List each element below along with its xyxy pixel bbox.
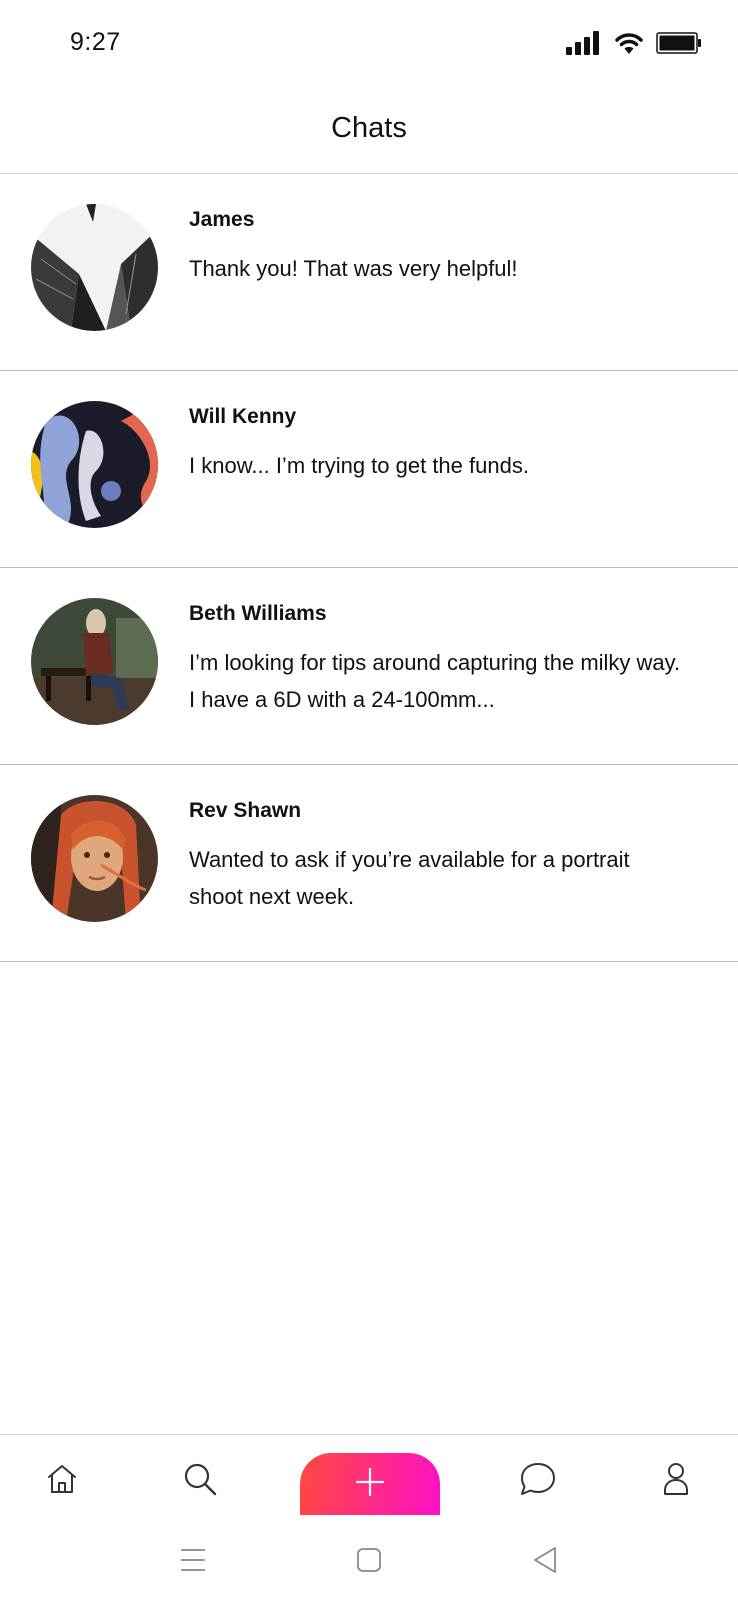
chat-item-beth-williams[interactable]: Beth Williams I’m looking for tips aroun… [0, 568, 738, 765]
avatar [31, 795, 158, 922]
battery-icon [656, 31, 702, 60]
system-nav [0, 1520, 738, 1600]
chat-name: Rev Shawn [189, 799, 302, 822]
chat-item-will-kenny[interactable]: Will Kenny I know... I’m trying to get t… [0, 371, 738, 568]
home-icon[interactable] [40, 1457, 84, 1501]
avatar [31, 598, 158, 725]
back-icon[interactable] [527, 1542, 563, 1578]
chat-item-rev-shawn[interactable]: Rev Shawn Wanted to ask if you’re availa… [0, 765, 738, 962]
menu-icon[interactable] [175, 1542, 211, 1578]
avatar [31, 401, 158, 528]
chat-name: Beth Williams [189, 602, 327, 625]
header: Chats [0, 90, 738, 174]
chat-message: Wanted to ask if you’re available for a … [189, 847, 630, 909]
chat-icon[interactable] [516, 1457, 560, 1501]
chat-message: I know... I’m trying to get the funds. [189, 453, 529, 478]
add-button[interactable] [300, 1453, 440, 1515]
status-time: 9:27 [70, 28, 121, 56]
wifi-icon [614, 31, 644, 60]
status-bar: 9:27 [0, 0, 738, 90]
profile-icon[interactable] [654, 1457, 698, 1501]
bottom-nav [0, 1434, 738, 1520]
chat-message: I’m looking for tips around capturing th… [189, 650, 681, 712]
chat-list: James Thank you! That was very helpful! … [0, 174, 738, 962]
status-icons [566, 30, 702, 60]
page-title: Chats [331, 112, 407, 144]
chat-name: Will Kenny [189, 405, 297, 428]
search-icon[interactable] [178, 1457, 222, 1501]
add-icon [355, 1467, 385, 1502]
chat-item-james[interactable]: James Thank you! That was very helpful! [0, 174, 738, 371]
signal-icon [566, 30, 602, 60]
avatar [31, 204, 158, 331]
chat-message: Thank you! That was very helpful! [189, 256, 518, 281]
home-square-icon[interactable] [351, 1542, 387, 1578]
chat-name: James [189, 208, 255, 231]
